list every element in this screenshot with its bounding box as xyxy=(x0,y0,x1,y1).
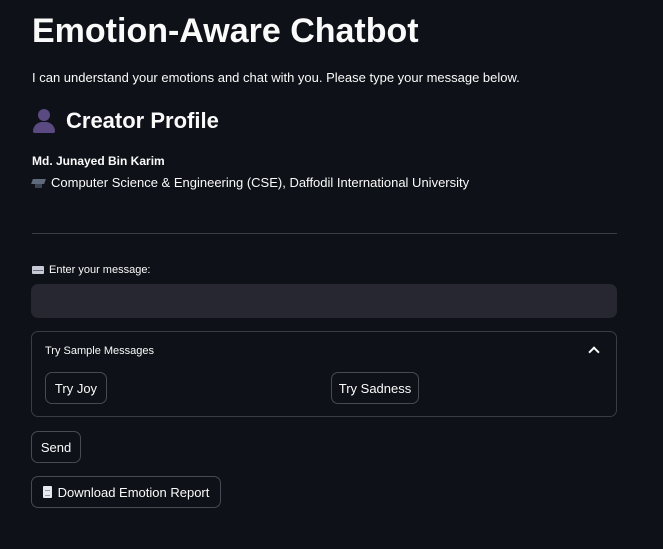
creator-profile-heading: Creator Profile xyxy=(32,108,219,134)
send-button[interactable]: Send xyxy=(31,431,81,463)
sample-messages-expander: Try Sample Messages Try Joy Try Sadness xyxy=(31,331,617,417)
graduation-cap-icon xyxy=(31,177,46,189)
app-page: Emotion-Aware Chatbot I can understand y… xyxy=(0,0,663,549)
creator-department: Computer Science & Engineering (CSE), Da… xyxy=(31,175,470,190)
creator-profile-heading-text: Creator Profile xyxy=(66,108,219,133)
sample-messages-header[interactable]: Try Sample Messages xyxy=(45,345,154,357)
page-title: Emotion-Aware Chatbot xyxy=(32,12,419,50)
download-report-label: Download Emotion Report xyxy=(57,484,210,500)
message-input[interactable] xyxy=(31,284,617,318)
message-input-label: Enter your message: xyxy=(32,264,151,276)
try-joy-button[interactable]: Try Joy xyxy=(45,372,107,404)
creator-name: Md. Junayed Bin Karim xyxy=(32,154,165,168)
chevron-up-icon[interactable] xyxy=(588,346,600,358)
intro-text: I can understand your emotions and chat … xyxy=(32,70,520,85)
try-sadness-button[interactable]: Try Sadness xyxy=(331,372,419,404)
envelope-icon xyxy=(32,266,44,274)
person-silhouette-icon xyxy=(32,108,56,134)
message-input-label-text: Enter your message: xyxy=(49,264,151,276)
download-report-button[interactable]: Download Emotion Report xyxy=(31,476,221,508)
creator-department-text: Computer Science & Engineering (CSE), Da… xyxy=(51,175,470,190)
divider xyxy=(32,233,617,234)
document-icon xyxy=(42,486,52,498)
